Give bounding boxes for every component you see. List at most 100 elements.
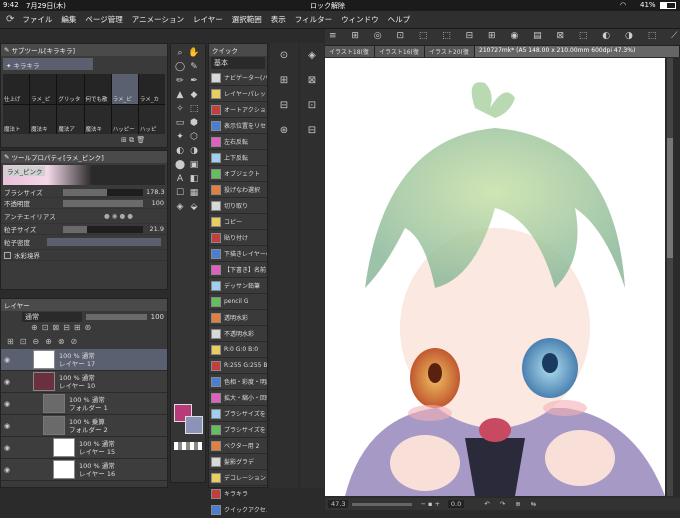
tool-icon[interactable]: ◐: [173, 144, 187, 158]
quick-access-item[interactable]: 左右反転: [209, 134, 267, 150]
doc-tab[interactable]: イラスト16(復: [375, 46, 425, 57]
tool-icon[interactable]: ✋: [187, 46, 201, 60]
eye-icon[interactable]: ◉: [1, 378, 13, 386]
layer-row[interactable]: ◉ 100 % 通常 レイヤー 10: [1, 371, 167, 393]
transparent-color-swatch[interactable]: [174, 442, 202, 450]
density-slider[interactable]: [47, 238, 161, 246]
tool-icon[interactable]: ◆: [187, 88, 201, 102]
sub-color-swatch[interactable]: [185, 416, 203, 434]
doc-tab-active[interactable]: 210727mk* (A5 148.00 x 210.00mm 600dpi 4…: [475, 46, 680, 57]
tool-icon[interactable]: ⬡: [187, 130, 201, 144]
quick-access-item[interactable]: 透明水彩: [209, 310, 267, 326]
tool-icon[interactable]: ☐: [173, 186, 187, 200]
tool-icon[interactable]: ◯: [173, 60, 187, 74]
quick-access-item[interactable]: ブラシサイズを: [209, 406, 267, 422]
layer-row[interactable]: ◉ 100 % 乗算 フォルダー 2: [1, 415, 167, 437]
zoom-buttons[interactable]: − ▪ +: [420, 500, 439, 508]
quick-access-item[interactable]: コピー: [209, 214, 267, 230]
quick-access-item[interactable]: キラキラ: [209, 486, 267, 502]
tool-icon[interactable]: ⬢: [187, 116, 201, 130]
subtool-item[interactable]: ハッピー: [112, 105, 139, 134]
menu-edit[interactable]: 編集: [61, 14, 76, 25]
layer-toolbar[interactable]: ⊕⊡⊠⊟⊞⊛: [1, 323, 167, 337]
layer-toolbar-2[interactable]: ⊞⊡⊖⊕⊗⊘: [1, 337, 167, 349]
quick-access-item[interactable]: R:0 G:0 B:0: [209, 342, 267, 358]
menu-view[interactable]: 表示: [271, 14, 286, 25]
doc-tab[interactable]: イラスト20(復: [425, 46, 475, 57]
quick-access-item[interactable]: 切り取り: [209, 198, 267, 214]
quick-access-item[interactable]: 【下書き】名前: [209, 262, 267, 278]
layer-row[interactable]: ◉ 100 % 通常 レイヤー 16: [1, 459, 167, 481]
tool-icon[interactable]: ⬙: [187, 200, 201, 214]
tool-icon[interactable]: ✒: [187, 74, 201, 88]
tool-icon[interactable]: ◧: [187, 172, 201, 186]
canvas-area[interactable]: [325, 58, 673, 498]
menu-layer[interactable]: レイヤー: [193, 14, 223, 25]
subtool-item[interactable]: ラメ_カ: [138, 74, 166, 104]
menu-window[interactable]: ウィンドウ: [341, 14, 379, 25]
quick-access-preset[interactable]: 基本: [211, 57, 265, 69]
particle-size-row[interactable]: 粒子サイズ 21.9: [1, 224, 167, 235]
menu-selection[interactable]: 選択範囲: [232, 14, 262, 25]
quick-access-item[interactable]: レイヤーパレット: [209, 86, 267, 102]
layer-row[interactable]: ◉ 100 % 通常 レイヤー 15: [1, 437, 167, 459]
tool-icon[interactable]: ✧: [173, 102, 187, 116]
quick-access-item[interactable]: オブジェクト: [209, 166, 267, 182]
quick-access-item[interactable]: 貼り付け: [209, 230, 267, 246]
tool-icon[interactable]: ◈: [173, 200, 187, 214]
layer-row[interactable]: ◉ 100 % 通常 フォルダー 1: [1, 393, 167, 415]
tool-icon[interactable]: ✦: [173, 130, 187, 144]
subtool-item[interactable]: 魔法キ: [30, 105, 58, 134]
tool-icon[interactable]: ◑: [187, 144, 201, 158]
subtool-item[interactable]: ハッピ: [139, 105, 165, 134]
brush-size-row[interactable]: ブラシサイズ 178.3: [1, 187, 167, 198]
quick-access-item[interactable]: ベクター用 2: [209, 438, 267, 454]
quick-access-item[interactable]: デッサン鉛筆: [209, 278, 267, 294]
tool-icon[interactable]: A: [173, 172, 187, 186]
blend-mode-select[interactable]: 通常: [22, 312, 82, 322]
menu-page[interactable]: ページ管理: [85, 14, 122, 25]
quick-access-item[interactable]: 髪影グラデ: [209, 454, 267, 470]
quick-access-item[interactable]: 投げなわ選択: [209, 182, 267, 198]
quick-access-item[interactable]: オートアクション: [209, 102, 267, 118]
quick-access-item[interactable]: クイックアクセス: [209, 502, 267, 518]
subtool-item[interactable]: 何でも散: [84, 74, 112, 104]
eye-icon[interactable]: ◉: [1, 356, 13, 364]
quick-access-item[interactable]: pencil G: [209, 294, 267, 310]
eye-icon[interactable]: ◉: [1, 466, 13, 474]
zoom-value[interactable]: 47.3: [328, 500, 349, 508]
menu-filter[interactable]: フィルター: [295, 14, 332, 25]
antialias-row[interactable]: アンチエイリアス ● ◉ ● ●: [1, 209, 167, 224]
watercolor-checkbox[interactable]: [4, 251, 11, 259]
canvas-controls[interactable]: ↶ ↷ ⊕ ⇆: [484, 500, 540, 508]
zoom-slider[interactable]: [352, 502, 413, 506]
quick-access-item[interactable]: 下描きレイヤーの: [209, 246, 267, 262]
vertical-scrollbar[interactable]: [667, 58, 673, 496]
quick-access-item[interactable]: ブラシサイズを: [209, 422, 267, 438]
command-bar[interactable]: ≡ ⊞ ◎ ⊡ ⬚ ⬚ ⊟ ⊞ ◉ ▤ ⊠ ⬚ ◐ ◑ ⬚ ⟋ ⟋ ⊟: [325, 29, 680, 46]
subtool-item[interactable]: 魔法キ: [85, 105, 112, 134]
subtool-group-tab[interactable]: ✦ キラキラ: [3, 58, 93, 70]
subtool-actions[interactable]: ⊞ ⧉ 🗑: [121, 136, 145, 145]
quick-access-item[interactable]: 上下反転: [209, 150, 267, 166]
artwork-canvas[interactable]: [325, 58, 665, 496]
quick-access-item[interactable]: 不透明水彩: [209, 326, 267, 342]
eye-icon[interactable]: ◉: [1, 422, 13, 430]
app-logo-icon[interactable]: ⟳: [6, 14, 14, 25]
doc-tab[interactable]: イラスト18(復: [325, 46, 375, 57]
subtool-item[interactable]: 魔法ア: [57, 105, 85, 134]
particle-density-row[interactable]: 粒子密度: [1, 235, 167, 250]
subtool-item-selected[interactable]: ラメ_ピ: [111, 74, 139, 104]
tool-icon[interactable]: ▭: [173, 116, 187, 130]
panel-icons-2[interactable]: ◈ ⊠ ⊡ ⊟: [300, 43, 324, 143]
tool-icon[interactable]: ⬚: [187, 102, 201, 116]
quick-access-item[interactable]: デコレーション: [209, 470, 267, 486]
watercolor-edge-row[interactable]: 水彩境界: [1, 250, 167, 261]
subtool-item[interactable]: 仕上げ: [3, 74, 31, 104]
tool-icon[interactable]: ✏: [173, 74, 187, 88]
subtool-item[interactable]: 魔法ト: [3, 105, 31, 134]
tool-icon[interactable]: ✎: [187, 60, 201, 74]
panel-icons[interactable]: ⊙ ⊞ ⊟ ⊛: [270, 43, 298, 143]
quick-access-item[interactable]: R:255 G:255 B:2: [209, 358, 267, 374]
quick-access-item[interactable]: 色相・彩度・明度: [209, 374, 267, 390]
